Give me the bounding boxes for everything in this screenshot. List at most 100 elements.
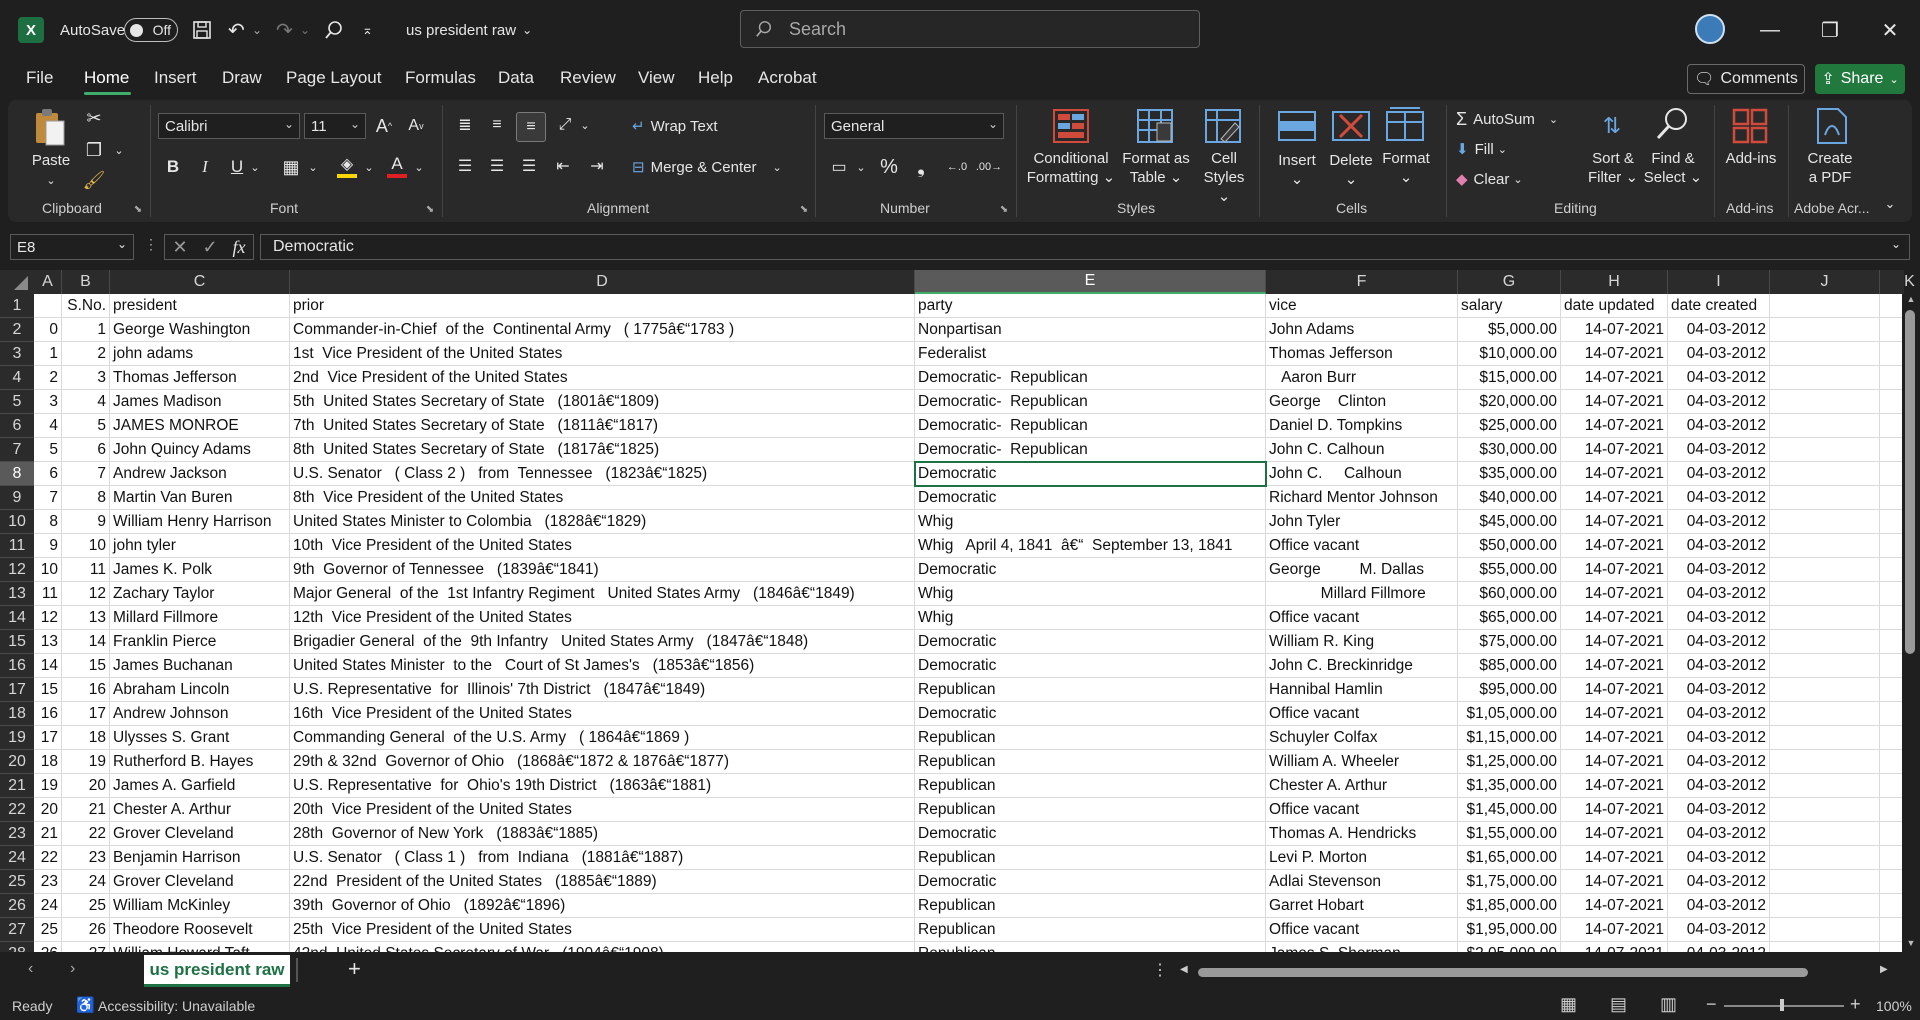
table-cell[interactable]: 04-03-2012 <box>1668 702 1770 726</box>
table-cell[interactable]: 21 <box>34 822 62 846</box>
increase-decimal-icon[interactable]: ←.0 <box>944 154 970 180</box>
table-cell[interactable] <box>1880 678 1902 702</box>
tab-draw[interactable]: Draw <box>222 68 262 88</box>
table-cell[interactable] <box>1770 870 1880 894</box>
table-cell[interactable] <box>1880 558 1902 582</box>
table-cell[interactable]: Nonpartisan <box>915 318 1266 342</box>
tab-page-layout[interactable]: Page Layout <box>286 68 381 88</box>
table-cell[interactable] <box>1880 438 1902 462</box>
table-cell[interactable] <box>1880 846 1902 870</box>
table-cell[interactable]: 22 <box>34 846 62 870</box>
table-cell[interactable]: William R. King <box>1266 630 1458 654</box>
table-cell[interactable]: 14-07-2021 <box>1561 654 1668 678</box>
zoom-slider[interactable] <box>1724 1005 1844 1007</box>
table-cell[interactable]: 04-03-2012 <box>1668 510 1770 534</box>
table-cell[interactable]: $55,000.00 <box>1458 558 1561 582</box>
table-cell[interactable] <box>1770 462 1880 486</box>
table-cell[interactable] <box>1880 510 1902 534</box>
table-cell[interactable] <box>1770 558 1880 582</box>
prev-sheet-icon[interactable]: ‹ <box>28 960 46 982</box>
table-cell[interactable] <box>1880 366 1902 390</box>
header-cell[interactable] <box>1770 294 1880 318</box>
conditional-formatting-label[interactable]: Conditional Formatting ⌄ <box>1026 149 1116 187</box>
table-cell[interactable]: 04-03-2012 <box>1668 774 1770 798</box>
underline-dropdown-icon[interactable]: ⌄ <box>248 154 262 180</box>
table-cell[interactable]: William A. Wheeler <box>1266 750 1458 774</box>
table-cell[interactable]: 22 <box>62 822 110 846</box>
fill-color-dropdown-icon[interactable]: ⌄ <box>362 154 376 180</box>
table-cell[interactable]: Republican <box>915 750 1266 774</box>
table-cell[interactable]: 14-07-2021 <box>1561 894 1668 918</box>
table-cell[interactable]: 18 <box>62 726 110 750</box>
comma-style-icon[interactable]: ❟ <box>908 154 934 180</box>
table-cell[interactable]: Thomas Jefferson <box>110 366 290 390</box>
wrap-text-button[interactable]: ↵ Wrap Text <box>632 112 782 140</box>
table-cell[interactable]: 22nd President of the United States (188… <box>290 870 915 894</box>
table-cell[interactable]: 5 <box>62 414 110 438</box>
bold-button[interactable]: B <box>160 154 186 180</box>
table-cell[interactable]: $2,05,000.00 <box>1458 942 1561 952</box>
table-cell[interactable]: 14-07-2021 <box>1561 342 1668 366</box>
format-cells-label[interactable]: Format ⌄ <box>1378 149 1434 187</box>
cell-styles-label[interactable]: Cell Styles ⌄ <box>1196 149 1252 206</box>
table-cell[interactable]: 5th United States Secretary of State (18… <box>290 390 915 414</box>
table-cell[interactable]: 13 <box>34 630 62 654</box>
table-cell[interactable] <box>1880 942 1902 952</box>
table-cell[interactable]: 04-03-2012 <box>1668 750 1770 774</box>
table-cell[interactable]: 14-07-2021 <box>1561 486 1668 510</box>
table-cell[interactable]: Daniel D. Tompkins <box>1266 414 1458 438</box>
table-cell[interactable] <box>1880 894 1902 918</box>
table-cell[interactable]: Hannibal Hamlin <box>1266 678 1458 702</box>
table-cell[interactable]: 14-07-2021 <box>1561 438 1668 462</box>
table-cell[interactable]: 16 <box>34 702 62 726</box>
table-cell[interactable]: John C. Breckinridge <box>1266 654 1458 678</box>
table-cell[interactable]: 9 <box>62 510 110 534</box>
table-cell[interactable]: 10th Vice President of the United States <box>290 534 915 558</box>
column-header-e[interactable]: E <box>915 270 1266 294</box>
table-cell[interactable] <box>1880 702 1902 726</box>
table-cell[interactable]: $75,000.00 <box>1458 630 1561 654</box>
table-cell[interactable] <box>1880 486 1902 510</box>
table-cell[interactable]: 14-07-2021 <box>1561 870 1668 894</box>
table-cell[interactable]: Democratic <box>915 822 1266 846</box>
table-cell[interactable]: U.S. Representative for Ohio's 19th Dist… <box>290 774 915 798</box>
table-cell[interactable]: George Washington <box>110 318 290 342</box>
table-cell[interactable]: $1,95,000.00 <box>1458 918 1561 942</box>
table-cell[interactable]: Democratic <box>915 558 1266 582</box>
header-cell[interactable]: salary <box>1458 294 1561 318</box>
table-cell[interactable]: 12 <box>34 606 62 630</box>
table-cell[interactable]: George Clinton <box>1266 390 1458 414</box>
create-pdf-icon[interactable] <box>1812 106 1852 146</box>
table-cell[interactable]: 14-07-2021 <box>1561 582 1668 606</box>
table-cell[interactable]: Rutherford B. Hayes <box>110 750 290 774</box>
table-cell[interactable]: 2 <box>34 366 62 390</box>
table-cell[interactable]: 18 <box>34 750 62 774</box>
avatar[interactable] <box>1695 14 1725 44</box>
copy-icon[interactable]: ❐ <box>82 138 106 162</box>
table-cell[interactable]: U.S. Senator ( Class 2 ) from Tennessee … <box>290 462 915 486</box>
table-cell[interactable]: $15,000.00 <box>1458 366 1561 390</box>
table-cell[interactable]: 11 <box>62 558 110 582</box>
scroll-down-icon[interactable]: ▼ <box>1903 938 1919 952</box>
accessibility-status[interactable]: Accessibility: Unavailable <box>98 998 255 1014</box>
table-cell[interactable] <box>1880 870 1902 894</box>
table-cell[interactable]: 04-03-2012 <box>1668 726 1770 750</box>
table-cell[interactable]: 6 <box>62 438 110 462</box>
table-cell[interactable]: $60,000.00 <box>1458 582 1561 606</box>
table-cell[interactable]: 24 <box>34 894 62 918</box>
confirm-entry-icon[interactable]: ✓ <box>203 237 218 258</box>
table-cell[interactable] <box>1880 390 1902 414</box>
table-cell[interactable]: 23 <box>62 846 110 870</box>
align-middle-icon[interactable]: ≡ <box>484 112 510 138</box>
addins-icon[interactable] <box>1730 106 1770 146</box>
table-cell[interactable]: $10,000.00 <box>1458 342 1561 366</box>
formula-input[interactable]: Democratic ⌄ <box>260 234 1910 260</box>
table-cell[interactable]: $85,000.00 <box>1458 654 1561 678</box>
table-cell[interactable]: Commanding General of the U.S. Army ( 18… <box>290 726 915 750</box>
dialog-launcher-icon[interactable]: ⬊ <box>132 203 144 215</box>
table-cell[interactable]: 7th United States Secretary of State (18… <box>290 414 915 438</box>
collapse-ribbon-icon[interactable]: ⌄ <box>1880 196 1900 212</box>
table-cell[interactable]: 14-07-2021 <box>1561 414 1668 438</box>
table-cell[interactable]: 25 <box>34 918 62 942</box>
table-cell[interactable]: 0 <box>34 318 62 342</box>
